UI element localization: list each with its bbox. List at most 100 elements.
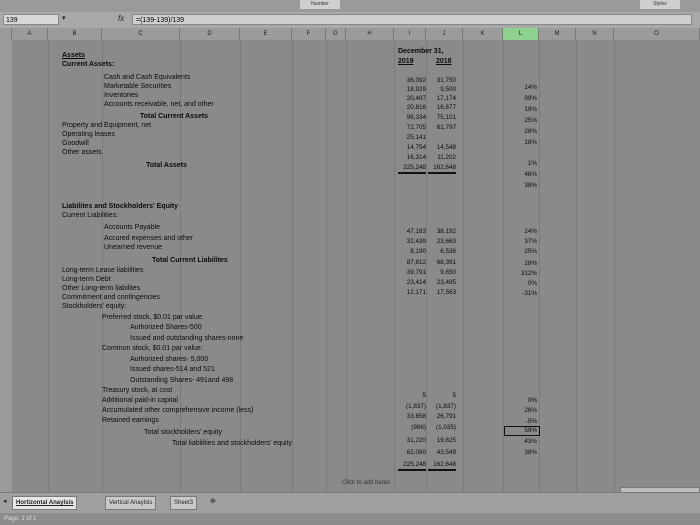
pct-change: -31% xyxy=(522,290,537,297)
row-label: Preferred stock, $0.01 par value: xyxy=(102,314,204,321)
column-header-h[interactable]: H xyxy=(346,28,394,40)
row-label: Total liabilities and stockholders' equi… xyxy=(172,440,293,447)
value-2019: 18,929 xyxy=(406,86,426,93)
namebox-dropdown-icon[interactable]: ▾ xyxy=(62,14,66,22)
value-2018: 162,648 xyxy=(428,164,456,174)
ribbon-tab-number[interactable]: Number xyxy=(300,0,340,9)
row-label: Additional paid-in capital xyxy=(102,397,178,404)
gridline xyxy=(576,40,577,492)
column-header-k[interactable]: K xyxy=(463,28,503,40)
pct-change: 1% xyxy=(527,160,537,167)
column-header-n[interactable]: N xyxy=(576,28,614,40)
row-label: Operating leases xyxy=(62,131,115,138)
row-label: Accumulated other comprehensive income (… xyxy=(102,407,254,414)
row-label: Property and Equipment, net xyxy=(62,122,152,129)
row-label: Other assets xyxy=(62,149,102,156)
value-2018: 14,548 xyxy=(436,144,456,151)
status-bar: Page: 1 of 1 xyxy=(0,513,700,525)
value-2019: 5 xyxy=(422,392,426,399)
value-2018: 6,536 xyxy=(440,248,456,255)
pct-change: 59% xyxy=(524,427,537,434)
ribbon-tab-styles[interactable]: Styles xyxy=(640,0,680,9)
pct-change: 26% xyxy=(524,407,537,414)
value-2018: 68,391 xyxy=(436,259,456,266)
year-2018-header: 2018 xyxy=(436,58,452,65)
row-label: Accounts receivable, net, and other xyxy=(104,101,214,108)
value-2018: 26,791 xyxy=(436,413,456,420)
pct-change: 25% xyxy=(524,117,537,124)
value-2019: (986) xyxy=(411,424,426,431)
pct-change: 24% xyxy=(524,228,537,235)
assets-title: Assets xyxy=(62,52,85,59)
page-indicator: Page: 1 of 1 xyxy=(4,516,37,522)
date-header: December 31, xyxy=(398,48,444,55)
column-header-g[interactable]: G xyxy=(326,28,346,40)
column-header-m[interactable]: M xyxy=(539,28,576,40)
pct-change: 28% xyxy=(524,260,537,267)
value-2019: 36,092 xyxy=(406,77,426,84)
row-label: Unearned revenue xyxy=(104,244,162,251)
row-label: Goodwill xyxy=(62,140,89,147)
commitments-label: Commitment and contingencies xyxy=(62,294,161,301)
value-2018: 17,563 xyxy=(436,289,456,296)
value-2019: 20,497 xyxy=(406,95,426,102)
value-2019: 25,141 xyxy=(406,134,426,141)
add-sheet-icon[interactable]: ⊕ xyxy=(210,497,216,505)
tab-horizontal-analysis[interactable]: Hortizontal Anaylsis xyxy=(12,496,78,510)
row-label: Long-term Lease liabilities xyxy=(62,267,144,274)
column-header-a[interactable]: A xyxy=(12,28,48,40)
row-label: Total stockholders' equity xyxy=(144,429,222,436)
value-2019: 16,314 xyxy=(406,154,426,161)
footer-placeholder[interactable]: Click to add footer xyxy=(342,479,390,487)
value-2018: 9,650 xyxy=(440,269,456,276)
value-2019: 14,754 xyxy=(406,144,426,151)
row-label: Outstanding Shares- 491and 498 xyxy=(130,377,234,384)
column-header-c[interactable]: C xyxy=(102,28,180,40)
column-header-j[interactable]: J xyxy=(426,28,463,40)
row-label: Common stock, $0.01 par value: xyxy=(102,345,203,352)
name-box[interactable]: 139 xyxy=(3,14,59,25)
column-header-d[interactable]: D xyxy=(180,28,240,40)
gridline xyxy=(48,40,49,492)
year-2019-header: 2019 xyxy=(398,58,414,65)
select-all-corner[interactable] xyxy=(0,28,12,40)
formula-input[interactable]: =(139-139)/139 xyxy=(132,14,692,25)
tab-vertical-analysis[interactable]: Vertical Anaylsis xyxy=(105,496,157,510)
tab-scroll-left-icon[interactable]: ◂ xyxy=(3,497,7,505)
column-header-i[interactable]: I xyxy=(394,28,426,40)
value-2018: 23,495 xyxy=(436,279,456,286)
column-header-e[interactable]: E xyxy=(240,28,292,40)
value-2018: 43,549 xyxy=(436,449,456,456)
value-2019: 47,183 xyxy=(406,228,426,235)
column-header-o[interactable]: O xyxy=(614,28,700,40)
value-2018: 16,677 xyxy=(436,104,456,111)
value-2018: 31,750 xyxy=(436,77,456,84)
row-label: Accounts Payable xyxy=(104,224,161,231)
value-2019: 20,816 xyxy=(406,104,426,111)
value-2018: (1,837) xyxy=(436,403,456,410)
fx-icon[interactable]: fx xyxy=(118,14,124,23)
value-2018: 9,500 xyxy=(440,86,456,93)
gridline xyxy=(614,40,615,492)
row-label: Authorized Shares-500 xyxy=(130,324,202,331)
column-header-b[interactable]: B xyxy=(48,28,102,40)
tab-sheet3[interactable]: Sheet3 xyxy=(170,496,198,510)
pct-change: 14% xyxy=(524,84,537,91)
column-header-l[interactable]: L xyxy=(503,28,539,40)
gridline xyxy=(292,40,293,492)
equity-title: Stockholders' equity: xyxy=(62,303,127,310)
column-header-f[interactable]: F xyxy=(292,28,326,40)
liabilities-title: Liabilites and Stockholders' Equity xyxy=(62,203,179,210)
value-2019: 31,220 xyxy=(406,437,426,444)
value-2019: 72,705 xyxy=(406,124,426,131)
current-liabilities-title: Current Liabilities: xyxy=(62,212,119,219)
pct-change: 28% xyxy=(524,128,537,135)
value-2018: 17,174 xyxy=(436,95,456,102)
pct-change: 38% xyxy=(524,182,537,189)
value-2018: 19,625 xyxy=(436,437,456,444)
pct-change: -5% xyxy=(525,418,537,425)
value-2019: 225,248 xyxy=(398,164,426,174)
value-2018: 162,648 xyxy=(428,461,456,471)
worksheet-grid[interactable]: December 31, 2019 2018 Assets Current As… xyxy=(12,40,700,492)
value-2018: 11,202 xyxy=(437,154,456,161)
